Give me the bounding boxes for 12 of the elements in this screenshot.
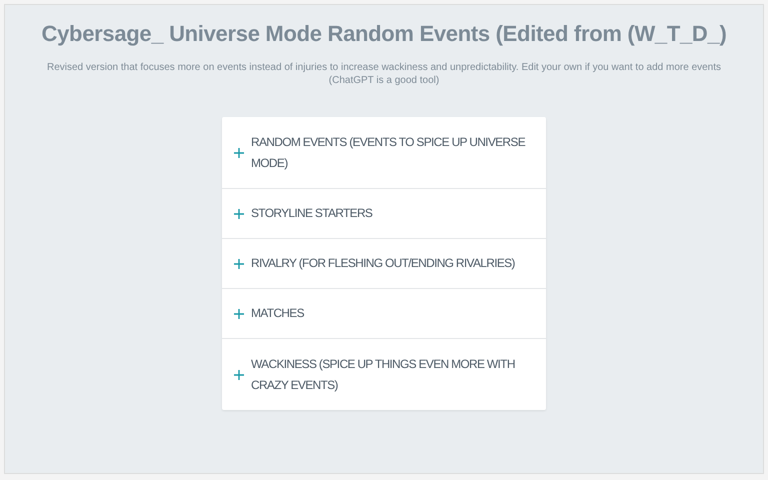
- page-description: Revised version that focuses more on events instead of injuries to increase wackiness and unpredictability. Edit your own if you want to add more events (ChatGPT is a good tool): [46, 61, 722, 87]
- accordion-item[interactable]: MATCHES: [222, 288, 546, 338]
- accordion-item[interactable]: RIVALRY (FOR FLESHING OUT/ENDING RIVALRIES): [222, 238, 546, 288]
- section-title: RIVALRY (FOR FLESHING OUT/ENDING RIVALRIES): [251, 255, 515, 272]
- section-title: STORYLINE STARTERS: [251, 205, 372, 222]
- page-title: Cybersage_ Universe Mode Random Events (Edited from (W_T_D_): [42, 21, 726, 47]
- section-title: MATCHES: [251, 305, 304, 322]
- section-title: RANDOM EVENTS (EVENTS TO SPICE UP UNIVERSE MODE): [251, 134, 526, 172]
- section-title: WACKINESS (SPICE UP THINGS EVEN MORE WITH CRAZY EVENTS): [251, 356, 516, 394]
- accordion-item[interactable]: RANDOM EVENTS (EVENTS TO SPICE UP UNIVERSE MODE): [222, 117, 546, 188]
- accordion-item[interactable]: WACKINESS (SPICE UP THINGS EVEN MORE WITH CRAZY EVENTS): [222, 338, 546, 410]
- accordion-item[interactable]: STORYLINE STARTERS: [222, 188, 546, 238]
